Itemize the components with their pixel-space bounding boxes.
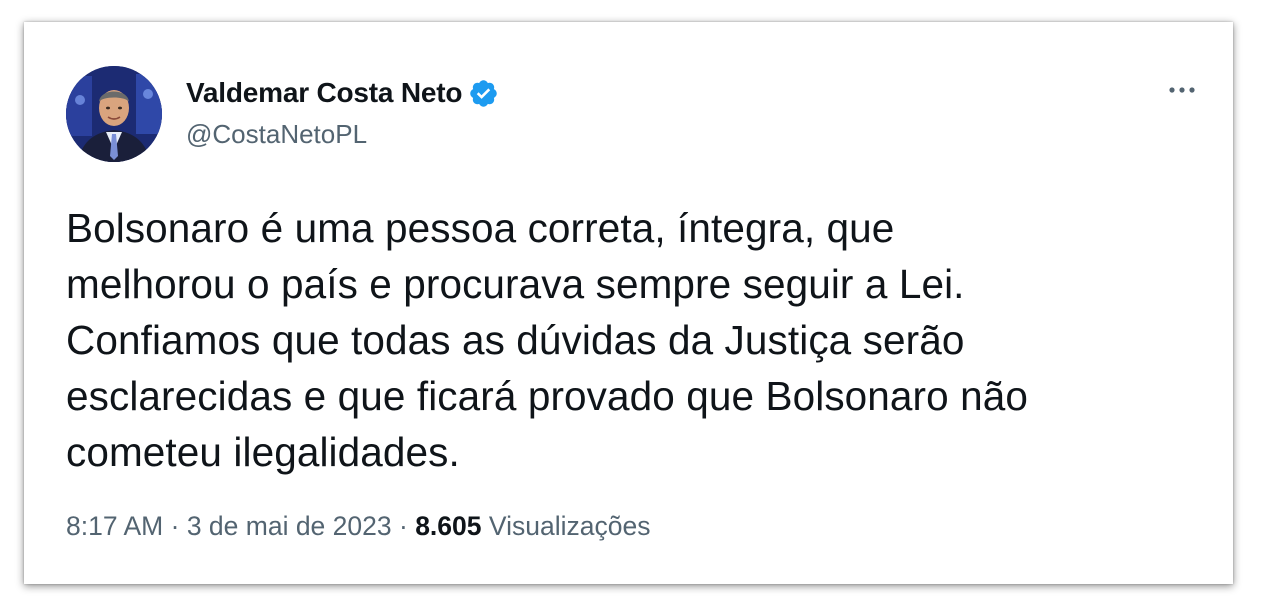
- tweet-time[interactable]: 8:17 AM: [66, 511, 163, 541]
- tweet-text-line: Bolsonaro é uma pessoa correta, íntegra,…: [66, 205, 895, 251]
- views-count[interactable]: 8.605: [415, 511, 481, 541]
- author-name-row: Valdemar Costa Neto: [186, 76, 499, 110]
- profile-photo-icon: [66, 66, 162, 162]
- tweet-date[interactable]: 3 de mai de 2023: [187, 511, 392, 541]
- tweet-text-line: melhorou o país e procurava sempre segui…: [66, 261, 965, 307]
- tweet-text-line: Confiamos que todas as dúvidas da Justiç…: [66, 317, 965, 363]
- tweet-metadata: 8:17 AM · 3 de mai de 2023 · 8.605 Visua…: [66, 510, 650, 542]
- meta-separator: ·: [170, 511, 180, 541]
- tweet-text-line: cometeu ilegalidades.: [66, 429, 460, 475]
- meta-separator: ·: [398, 511, 408, 541]
- verified-badge-icon: [470, 79, 498, 107]
- author-handle[interactable]: @CostaNetoPL: [186, 118, 367, 150]
- author-display-name[interactable]: Valdemar Costa Neto: [186, 76, 462, 110]
- more-options-button[interactable]: [1162, 74, 1202, 106]
- tweet-card: Valdemar Costa Neto @CostaNetoPL Bolsona…: [24, 22, 1233, 584]
- avatar[interactable]: [66, 66, 162, 162]
- tweet-text-line: esclarecidas e que ficará provado que Bo…: [66, 373, 1028, 419]
- tweet-text: Bolsonaro é uma pessoa correta, íntegra,…: [66, 200, 1206, 480]
- views-label[interactable]: Visualizações: [489, 511, 651, 541]
- ellipsis-icon: [1169, 87, 1195, 93]
